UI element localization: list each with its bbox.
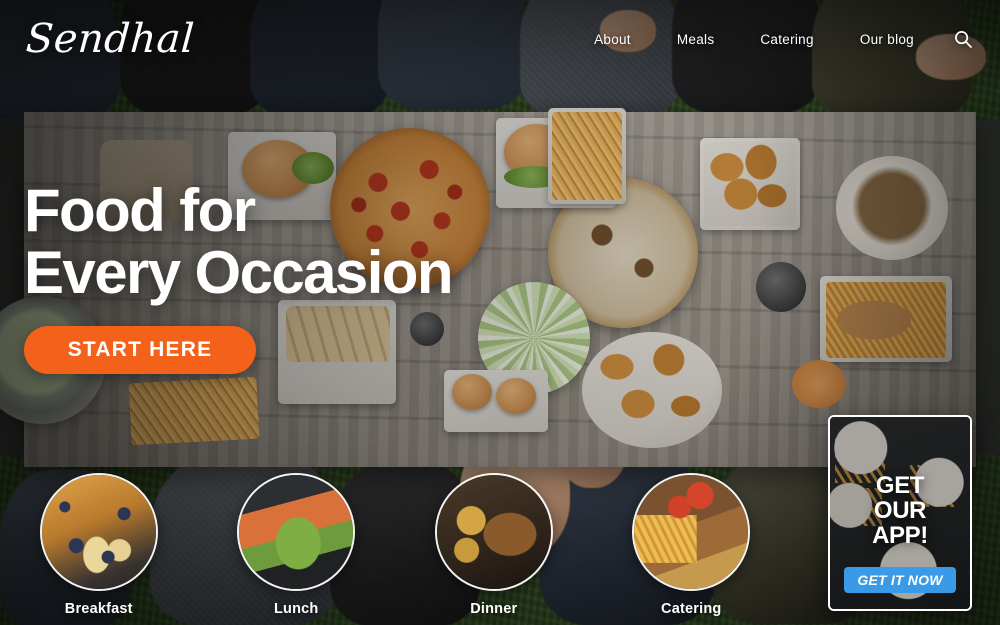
nav-item-catering[interactable]: Catering <box>760 32 813 47</box>
category-dinner[interactable]: Dinner <box>424 473 564 617</box>
category-catering[interactable]: Catering <box>621 473 761 617</box>
hero-section: Food for Every Occasion START HERE <box>24 177 453 374</box>
category-image-breakfast <box>39 473 158 591</box>
brand-logo[interactable]: Sendhal <box>24 16 196 62</box>
category-label-catering: Catering <box>661 601 722 617</box>
get-it-now-button[interactable]: GET IT NOW <box>844 567 956 593</box>
landing-page: Sendhal About Meals Catering Our blog Fo… <box>0 0 1000 625</box>
hero-heading: Food for Every Occasion <box>24 177 453 306</box>
category-label-lunch: Lunch <box>274 601 319 617</box>
category-label-breakfast: Breakfast <box>64 601 133 617</box>
nav-item-about[interactable]: About <box>594 32 631 47</box>
category-lunch[interactable]: Lunch <box>226 473 366 617</box>
app-promo-headline: GET OUR APP! <box>872 472 928 549</box>
category-label-dinner: Dinner <box>470 601 518 617</box>
nav-item-meals[interactable]: Meals <box>677 32 715 47</box>
app-promo-card[interactable]: GET OUR APP! GET IT NOW <box>828 415 972 611</box>
category-image-catering <box>632 473 751 591</box>
nav-item-our-blog[interactable]: Our blog <box>860 32 914 47</box>
main-navigation: About Meals Catering Our blog <box>594 28 1000 50</box>
site-header: Sendhal About Meals Catering Our blog <box>0 0 1000 78</box>
category-image-lunch <box>237 473 356 591</box>
category-list: Breakfast Lunch Dinner Catering <box>0 473 790 617</box>
start-here-button[interactable]: START HERE <box>24 326 256 374</box>
category-image-dinner <box>434 473 553 591</box>
search-icon[interactable] <box>952 28 974 50</box>
category-breakfast[interactable]: Breakfast <box>29 473 169 617</box>
